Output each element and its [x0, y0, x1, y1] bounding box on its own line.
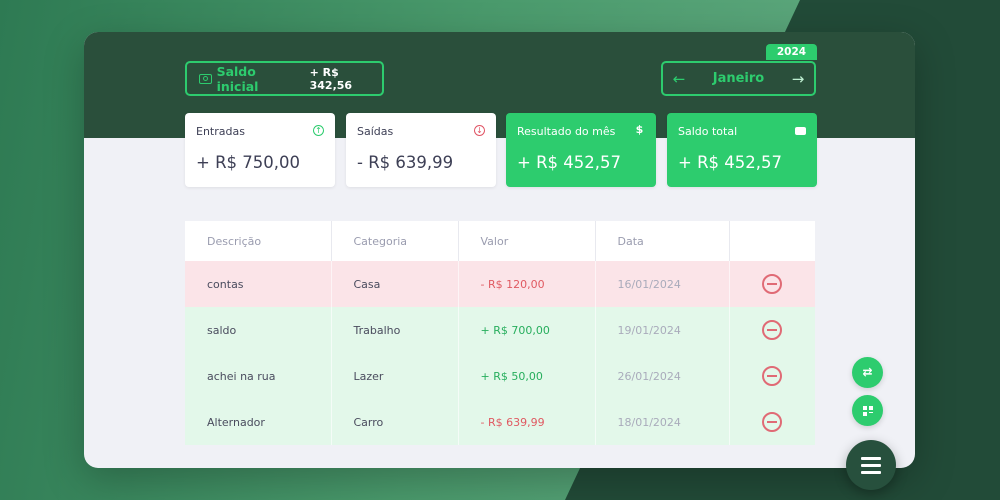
stat-value: - R$ 639,99	[357, 153, 454, 172]
stat-value: + R$ 452,57	[517, 153, 622, 172]
cell-category: Trabalho	[331, 307, 459, 353]
table-header-row: Descrição Categoria Valor Data	[185, 221, 815, 261]
cell-date: 26/01/2024	[595, 353, 730, 399]
cell-amount: + R$ 700,00	[458, 307, 596, 353]
menu-button[interactable]	[846, 440, 896, 490]
column-header-valor[interactable]: Valor	[458, 221, 596, 261]
arrow-left-icon[interactable]: ←	[671, 70, 687, 88]
cell-date: 16/01/2024	[595, 261, 730, 307]
current-month: Janeiro	[712, 71, 765, 86]
cell-actions	[729, 261, 815, 307]
year-badge: 2024	[766, 44, 817, 60]
cell-description: achei na rua	[185, 353, 332, 399]
remove-circle-icon[interactable]	[762, 274, 783, 294]
swap-arrows-icon: ⇄	[862, 365, 873, 379]
arrow-right-icon[interactable]: →	[790, 70, 806, 88]
column-header-actions	[729, 221, 815, 261]
cell-amount: - R$ 120,00	[458, 261, 596, 307]
transactions-table: Descrição Categoria Valor Data contas Ca…	[185, 221, 815, 445]
column-header-data[interactable]: Data	[595, 221, 730, 261]
stat-title: Entradas	[196, 125, 245, 138]
cell-category: Lazer	[331, 353, 459, 399]
stat-card-saldo-total: Saldo total + R$ 452,57	[667, 113, 817, 187]
cell-description: saldo	[185, 307, 332, 353]
table-row: saldo Trabalho + R$ 700,00 19/01/2024	[185, 307, 815, 353]
cell-actions	[729, 399, 815, 445]
dollar-icon: $	[635, 123, 644, 136]
stat-card-resultado: Resultado do mês $ + R$ 452,57	[506, 113, 656, 187]
finance-panel: Saldo inicial + R$ 342,56 2024 ← Janeiro…	[84, 32, 915, 468]
stat-value: + R$ 750,00	[196, 153, 301, 172]
remove-circle-icon[interactable]	[762, 366, 783, 386]
stat-card-entradas: Entradas ↑ + R$ 750,00	[185, 113, 335, 187]
arrow-up-circle-icon: ↑	[313, 125, 324, 136]
stat-card-saidas: Saídas ↓ - R$ 639,99	[346, 113, 496, 187]
arrow-down-circle-icon: ↓	[474, 125, 485, 136]
wallet-icon	[795, 127, 806, 135]
cell-amount: + R$ 50,00	[458, 353, 596, 399]
cell-actions	[729, 307, 815, 353]
cell-actions	[729, 353, 815, 399]
cell-amount: - R$ 639,99	[458, 399, 596, 445]
table-row: Alternador Carro - R$ 639,99 18/01/2024	[185, 399, 815, 445]
saldo-inicial-label: Saldo inicial	[216, 63, 259, 94]
cell-description: Alternador	[185, 399, 332, 445]
grid-add-icon	[862, 405, 873, 416]
stat-title: Saldo total	[678, 125, 738, 138]
cell-date: 19/01/2024	[595, 307, 730, 353]
cash-icon	[199, 73, 212, 84]
remove-circle-icon[interactable]	[762, 412, 783, 432]
table-row: contas Casa - R$ 120,00 16/01/2024	[185, 261, 815, 307]
cell-category: Casa	[331, 261, 459, 307]
transfer-button[interactable]: ⇄	[852, 357, 883, 388]
column-header-categoria[interactable]: Categoria	[331, 221, 459, 261]
add-category-button[interactable]	[852, 395, 883, 426]
stat-title: Saídas	[357, 125, 394, 138]
column-header-descricao[interactable]: Descrição	[185, 221, 332, 261]
remove-circle-icon[interactable]	[762, 320, 783, 340]
saldo-inicial-value: + R$ 342,56	[309, 65, 353, 92]
stat-value: + R$ 452,57	[678, 153, 783, 172]
month-navigator: ← Janeiro →	[661, 61, 816, 96]
cell-category: Carro	[331, 399, 459, 445]
stat-title: Resultado do mês	[517, 125, 616, 138]
saldo-inicial-button[interactable]: Saldo inicial + R$ 342,56	[185, 61, 384, 96]
cell-date: 18/01/2024	[595, 399, 730, 445]
cell-description: contas	[185, 261, 332, 307]
table-row: achei na rua Lazer + R$ 50,00 26/01/2024	[185, 353, 815, 399]
